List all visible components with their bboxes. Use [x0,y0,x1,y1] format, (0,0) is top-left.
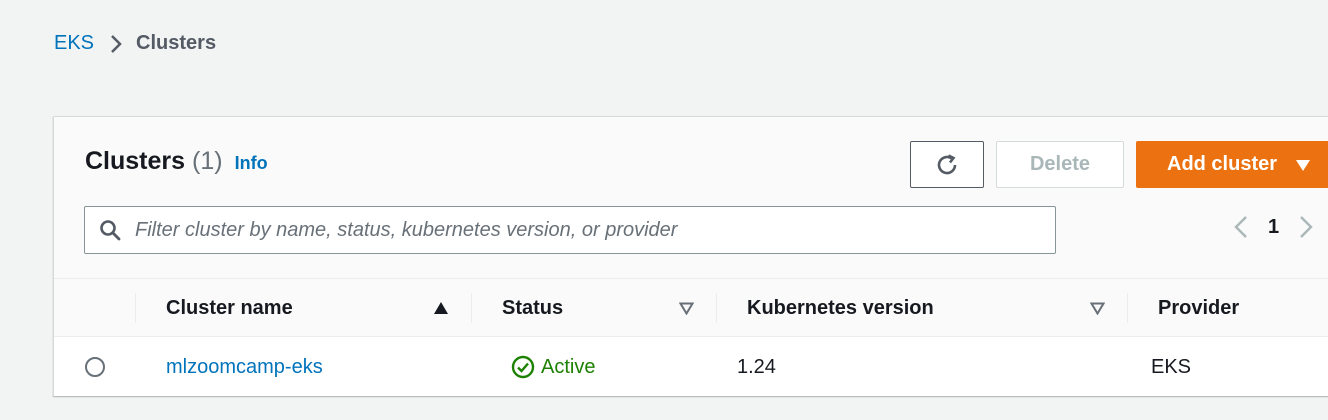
kubernetes-version-cell: 1.24 [737,355,776,378]
column-header-provider[interactable]: Provider [1158,279,1239,337]
column-divider [716,293,717,323]
page-title: Clusters [85,147,186,175]
delete-button[interactable]: Delete [996,141,1124,188]
breadcrumb-current: Clusters [136,32,217,54]
breadcrumb: EKS Clusters [54,32,216,55]
check-circle-icon [511,355,535,379]
status-badge: Active [511,355,595,379]
panel-header: Clusters (1) Info Delete Add cluster Fil… [54,117,1328,279]
refresh-button[interactable] [910,141,984,188]
chevron-right-icon [110,34,122,54]
search-input[interactable] [133,217,1033,243]
cluster-name-link[interactable]: mlzoomcamp-eks [166,356,323,379]
status-cell: Active [511,338,595,396]
search-icon [99,219,121,241]
cluster-count: (1) [192,147,223,175]
chevron-right-icon[interactable] [1299,215,1313,239]
caret-down-icon [1295,158,1311,172]
table-row[interactable]: mlzoomcamp-eks Active 1.24 EKS [54,338,1328,396]
column-divider [471,293,472,323]
search-box [84,206,1056,254]
pagination: 1 [1234,215,1313,239]
info-link[interactable]: Info [235,153,268,174]
chevron-left-icon[interactable] [1234,215,1248,239]
column-divider [1127,293,1128,323]
column-header-kubernetes-version[interactable]: Kubernetes version [747,279,934,337]
panel-title-row: Clusters (1) Info [85,147,268,176]
breadcrumb-eks-link[interactable]: EKS [54,32,94,55]
column-header-status[interactable]: Status [502,279,563,337]
clusters-panel: Clusters (1) Info Delete Add cluster Fil… [53,116,1328,396]
add-cluster-button[interactable]: Add cluster [1136,141,1328,188]
sort-icon[interactable] [1090,279,1105,337]
refresh-icon [934,152,960,178]
sort-icon[interactable] [679,279,694,337]
column-divider [135,293,136,323]
page-number[interactable]: 1 [1268,216,1279,239]
add-cluster-label: Add cluster [1167,153,1278,175]
status-text: Active [541,355,596,378]
provider-cell: EKS [1151,355,1192,378]
sort-ascending-icon[interactable] [433,279,449,337]
cluster-name-cell: mlzoomcamp-eks [166,338,323,396]
column-header-cluster-name[interactable]: Cluster name [166,279,293,337]
table-header: Cluster name Status Kubernetes version P… [54,279,1328,337]
row-select-radio[interactable] [85,357,105,377]
